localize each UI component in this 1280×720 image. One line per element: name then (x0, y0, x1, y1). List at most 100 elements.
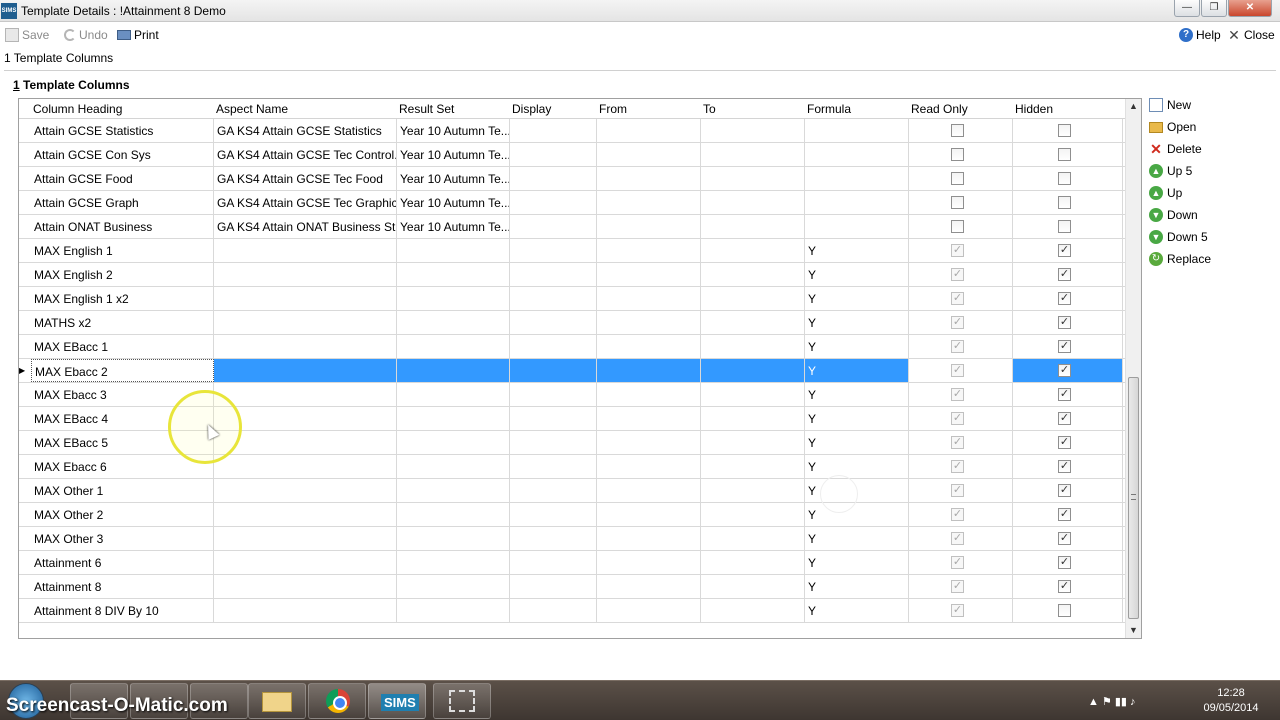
cell-hidden[interactable]: ✓ (1013, 287, 1123, 310)
cell-aspect-name[interactable] (214, 287, 397, 310)
cell-result-set[interactable] (397, 503, 510, 526)
hidden-checkbox[interactable] (1058, 148, 1071, 161)
col-header-read-only[interactable]: Read Only (911, 102, 968, 116)
action-open-button[interactable]: Open (1149, 118, 1196, 136)
col-header-formula[interactable]: Formula (807, 102, 851, 116)
cell-hidden[interactable] (1013, 599, 1123, 622)
cell-aspect-name[interactable] (214, 599, 397, 622)
row-indicator[interactable] (19, 503, 31, 526)
cell-read-only[interactable] (909, 119, 1013, 142)
cell-read-only[interactable]: ✓ (909, 359, 1013, 382)
cell-aspect-name[interactable]: GA KS4 Attain GCSE Tec Food (214, 167, 397, 190)
cell-hidden[interactable] (1013, 215, 1123, 238)
cell-column-heading[interactable]: MAX Other 1 (31, 479, 214, 502)
col-header-hidden[interactable]: Hidden (1015, 102, 1053, 116)
col-header-from[interactable]: From (599, 102, 627, 116)
row-indicator[interactable] (19, 383, 31, 406)
minimize-button[interactable]: — (1174, 0, 1200, 17)
cell-result-set[interactable] (397, 239, 510, 262)
cell-aspect-name[interactable] (214, 335, 397, 358)
cell-aspect-name[interactable] (214, 455, 397, 478)
cell-formula[interactable]: Y (805, 455, 909, 478)
cell-from[interactable] (597, 263, 701, 286)
cell-hidden[interactable] (1013, 143, 1123, 166)
cell-read-only[interactable]: ✓ (909, 239, 1013, 262)
row-indicator[interactable] (19, 263, 31, 286)
cell-from[interactable] (597, 551, 701, 574)
cell-hidden[interactable]: ✓ (1013, 575, 1123, 598)
table-row[interactable]: Attainment 8 Y ✓ ✓ (19, 575, 1125, 599)
hidden-checkbox[interactable]: ✓ (1058, 292, 1071, 305)
cell-aspect-name[interactable] (214, 551, 397, 574)
cell-to[interactable] (701, 287, 805, 310)
cell-column-heading[interactable]: MAX Other 3 (31, 527, 214, 550)
cell-from[interactable] (597, 143, 701, 166)
cell-result-set[interactable] (397, 335, 510, 358)
cell-from[interactable] (597, 431, 701, 454)
table-row[interactable]: Attain GCSE Statistics GA KS4 Attain GCSE… (19, 119, 1125, 143)
cell-to[interactable] (701, 551, 805, 574)
cell-result-set[interactable] (397, 599, 510, 622)
cell-column-heading[interactable]: MAX Other 2 (31, 503, 214, 526)
cell-to[interactable] (701, 215, 805, 238)
cell-from[interactable] (597, 359, 701, 382)
scroll-down-arrow-icon[interactable]: ▼ (1129, 625, 1138, 635)
cell-aspect-name[interactable]: GA KS4 Attain GCSE Statistics (214, 119, 397, 142)
cell-result-set[interactable] (397, 287, 510, 310)
taskbar-chrome[interactable] (308, 683, 366, 719)
cell-formula[interactable]: Y (805, 359, 909, 382)
cell-aspect-name[interactable] (214, 311, 397, 334)
cell-display[interactable] (510, 191, 597, 214)
cell-read-only[interactable]: ✓ (909, 551, 1013, 574)
cell-formula[interactable]: Y (805, 431, 909, 454)
hidden-checkbox[interactable] (1058, 604, 1071, 617)
cell-formula[interactable] (805, 143, 909, 166)
cell-read-only[interactable]: ✓ (909, 503, 1013, 526)
cell-display[interactable] (510, 527, 597, 550)
cell-to[interactable] (701, 311, 805, 334)
row-indicator[interactable] (19, 407, 31, 430)
cell-hidden[interactable]: ✓ (1013, 551, 1123, 574)
hidden-checkbox[interactable] (1058, 124, 1071, 137)
cell-column-heading[interactable]: Attain GCSE Statistics (31, 119, 214, 142)
cell-from[interactable] (597, 191, 701, 214)
cell-read-only[interactable]: ✓ (909, 335, 1013, 358)
cell-to[interactable] (701, 167, 805, 190)
cell-read-only[interactable]: ✓ (909, 575, 1013, 598)
cell-column-heading[interactable]: MAX English 2 (31, 263, 214, 286)
cell-column-heading[interactable]: MATHS x2 (31, 311, 214, 334)
cell-read-only[interactable] (909, 191, 1013, 214)
grid-vertical-scrollbar[interactable]: ▲ ▼ (1125, 99, 1141, 638)
cell-hidden[interactable]: ✓ (1013, 239, 1123, 262)
cell-column-heading[interactable]: Attain GCSE Graph (31, 191, 214, 214)
row-indicator[interactable] (19, 479, 31, 502)
col-header-aspect-name[interactable]: Aspect Name (216, 102, 288, 116)
table-row[interactable]: Attain ONAT Business GA KS4 Attain ONAT B… (19, 215, 1125, 239)
cell-column-heading[interactable]: MAX Ebacc 2 (31, 359, 214, 382)
hidden-checkbox[interactable]: ✓ (1058, 364, 1071, 377)
hidden-checkbox[interactable]: ✓ (1058, 436, 1071, 449)
taskbar-explorer[interactable] (248, 683, 306, 719)
cell-formula[interactable]: Y (805, 383, 909, 406)
cell-formula[interactable]: Y (805, 263, 909, 286)
cell-to[interactable] (701, 575, 805, 598)
row-indicator[interactable] (19, 239, 31, 262)
cell-from[interactable] (597, 239, 701, 262)
table-row[interactable]: MAX Other 3 Y ✓ ✓ (19, 527, 1125, 551)
cell-column-heading[interactable]: MAX EBacc 1 (31, 335, 214, 358)
cell-display[interactable] (510, 407, 597, 430)
cell-hidden[interactable]: ✓ (1013, 311, 1123, 334)
action-replace-button[interactable]: ↻ Replace (1149, 250, 1211, 268)
cell-to[interactable] (701, 479, 805, 502)
cell-read-only[interactable]: ✓ (909, 287, 1013, 310)
hidden-checkbox[interactable]: ✓ (1058, 412, 1071, 425)
cell-hidden[interactable]: ✓ (1013, 263, 1123, 286)
cell-to[interactable] (701, 191, 805, 214)
taskbar-clock[interactable]: 12:28 09/05/2014 (1196, 686, 1266, 716)
cell-to[interactable] (701, 119, 805, 142)
row-indicator[interactable]: ▶ (19, 359, 31, 382)
cell-result-set[interactable] (397, 575, 510, 598)
cell-read-only[interactable] (909, 167, 1013, 190)
cell-read-only[interactable] (909, 215, 1013, 238)
row-indicator[interactable] (19, 335, 31, 358)
